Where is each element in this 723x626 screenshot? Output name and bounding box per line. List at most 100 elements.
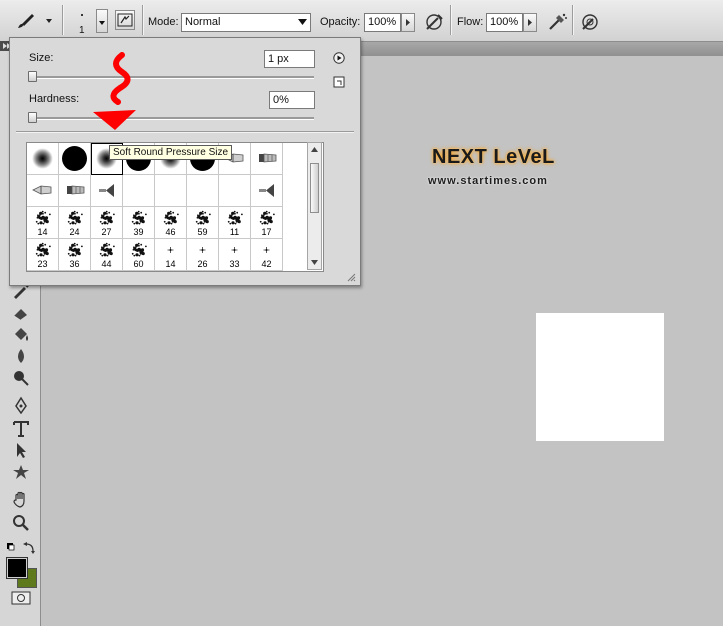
hardness-slider-track[interactable]: [29, 117, 314, 120]
scatter-brush-tip: [99, 242, 115, 257]
foreground-color-swatch[interactable]: [6, 557, 28, 579]
star-brush-tip: [199, 247, 206, 253]
mode-value: Normal: [185, 16, 221, 28]
brush-preset-cell[interactable]: [251, 175, 283, 207]
scatter-brush-tip: [227, 210, 243, 225]
hardness-label: Hardness:: [29, 93, 80, 105]
brush-size-label: 33: [229, 259, 240, 269]
brush-preset-cell[interactable]: [219, 175, 251, 207]
eraser-icon[interactable]: [11, 303, 31, 321]
resize-grip-icon: [347, 273, 356, 282]
flat-brush-icon: [67, 185, 85, 195]
size-input[interactable]: 1 px: [264, 50, 315, 68]
brush-preset-cell[interactable]: 23: [27, 239, 59, 271]
brush-preset-cell[interactable]: [155, 175, 187, 207]
brush-preset-cell[interactable]: 59: [187, 207, 219, 239]
panel-menu-button[interactable]: [333, 52, 345, 64]
brush-preset-cell[interactable]: [123, 175, 155, 207]
brush-preset-cell[interactable]: [251, 143, 283, 175]
presets-scrollbar[interactable]: [307, 142, 322, 270]
brush-preset-cell[interactable]: [59, 175, 91, 207]
hardness-input[interactable]: 0%: [269, 91, 315, 109]
brush-preset-cell[interactable]: [187, 175, 219, 207]
opacity-slider-button[interactable]: [401, 13, 415, 32]
tool-preset-picker[interactable]: [6, 6, 54, 34]
brush-size-label: 26: [197, 259, 208, 269]
brush-panel-toggle-button[interactable]: [115, 10, 135, 30]
brush-preset-cell[interactable]: 33: [219, 239, 251, 271]
scatter-brush-tip: [259, 210, 275, 225]
annotation-arrow: [93, 52, 136, 130]
hand-icon[interactable]: [11, 490, 31, 508]
zoom-icon[interactable]: [11, 513, 31, 531]
brush-preset-cell[interactable]: 11: [219, 207, 251, 239]
brush-preset-cell[interactable]: 60: [123, 239, 155, 271]
brush-picker-dropdown-button[interactable]: [96, 9, 108, 33]
scroll-thumb[interactable]: [310, 163, 319, 213]
flow-slider-button[interactable]: [523, 13, 537, 32]
paint-bucket-icon[interactable]: [11, 325, 31, 343]
dodge-icon[interactable]: [11, 369, 31, 387]
brush-preset-cell[interactable]: [91, 175, 123, 207]
brush-preset-cell[interactable]: 26: [187, 239, 219, 271]
brush-preset-cell[interactable]: 42: [251, 239, 283, 271]
airbrush-icon: [549, 13, 567, 30]
brush-preset-cell[interactable]: 14: [27, 207, 59, 239]
soft-round-brush-tip: [32, 148, 53, 169]
brush-preset-cell[interactable]: [27, 175, 59, 207]
brush-dot: [81, 14, 83, 16]
default-swap-colors-icons[interactable]: [6, 541, 36, 555]
pen-icon[interactable]: [11, 396, 31, 414]
size-slider-thumb[interactable]: [28, 71, 37, 82]
scroll-down-icon[interactable]: [311, 260, 318, 265]
flow-input[interactable]: 100%: [486, 13, 523, 32]
size-slider-track[interactable]: [29, 76, 314, 79]
brush-preset-cell[interactable]: [59, 143, 91, 175]
brush-preset-cell[interactable]: 17: [251, 207, 283, 239]
brush-size-label: 60: [133, 259, 144, 269]
scatter-brush-tip: [67, 210, 83, 225]
type-icon[interactable]: [11, 419, 31, 437]
blur-icon[interactable]: [11, 347, 31, 365]
brush-preset-cell[interactable]: 46: [155, 207, 187, 239]
scatter-brush-tip: [131, 242, 147, 257]
custom-shape-icon[interactable]: [11, 463, 31, 481]
brush-size-value: 1: [79, 25, 85, 36]
brush-size-label: 24: [69, 227, 80, 237]
tablet-size-pressure-button[interactable]: [579, 11, 601, 33]
brush-preset-cell[interactable]: [27, 143, 59, 175]
separator: [572, 5, 573, 35]
brush-presets-grid[interactable]: 14 24 27 39 46 59 11 17 23 36 44 60 14 26 33 42: [26, 142, 324, 272]
document-canvas[interactable]: [536, 313, 664, 441]
brush-size-label: 59: [197, 227, 208, 237]
brush-preset-cell[interactable]: 44: [91, 239, 123, 271]
hardness-slider-thumb[interactable]: [28, 112, 37, 123]
pressure-size-icon: [582, 14, 598, 30]
star-brush-tip: [231, 247, 238, 253]
scatter-brush-tip: [163, 210, 179, 225]
opacity-input[interactable]: 100%: [364, 13, 401, 32]
brush-preset-cell[interactable]: 39: [123, 207, 155, 239]
brush-preset-cell[interactable]: 27: [91, 207, 123, 239]
new-preset-button[interactable]: [333, 76, 345, 88]
watermark-title: NEXT LeVeL: [432, 146, 555, 168]
watermark-url: www.startimes.com: [428, 175, 548, 187]
mode-select[interactable]: Normal: [181, 13, 311, 32]
airbrush-button[interactable]: [546, 11, 568, 33]
resize-grip[interactable]: [346, 272, 356, 282]
path-selection-icon[interactable]: [11, 441, 31, 459]
brush-size-label: 36: [69, 259, 80, 269]
brush-size-label: 44: [101, 259, 112, 269]
flat-brush-icon: [259, 153, 277, 163]
brush-size-label: 39: [133, 227, 144, 237]
brush-preset-cell[interactable]: 36: [59, 239, 91, 271]
brush-preset-cell[interactable]: 24: [59, 207, 91, 239]
brush-preset-cell[interactable]: 14: [155, 239, 187, 271]
hard-round-brush-tip: [62, 146, 87, 171]
tablet-opacity-pressure-button[interactable]: [423, 11, 445, 33]
brush-preset-picker-panel: Size: 1 px Hardness: 0% 14 24 27 39 46 59 11 17…: [9, 37, 361, 286]
quick-mask-icon[interactable]: [11, 591, 31, 605]
brush-preview[interactable]: 1: [74, 8, 92, 36]
scroll-up-icon[interactable]: [311, 147, 318, 152]
chevron-right-icon: [528, 19, 532, 26]
